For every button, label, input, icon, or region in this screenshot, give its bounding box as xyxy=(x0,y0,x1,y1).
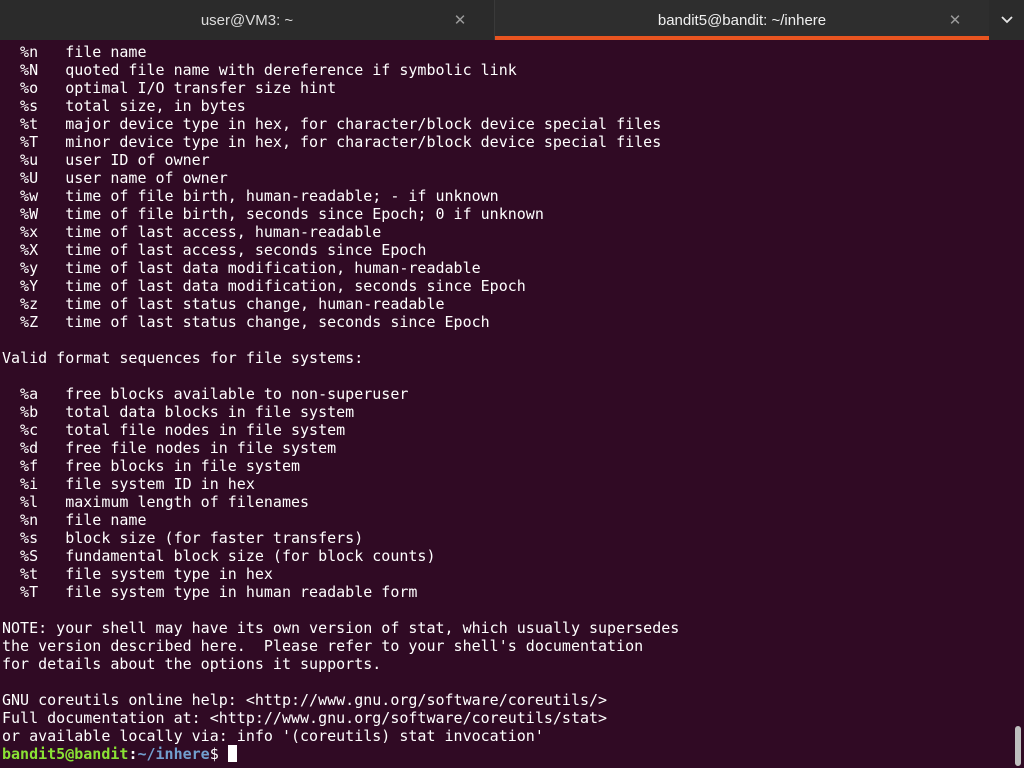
terminal-lines: %n file name %N quoted file name with de… xyxy=(2,43,679,763)
terminal-line: %o optimal I/O transfer size hint xyxy=(2,79,337,97)
terminal-line: for details about the options it support… xyxy=(2,655,382,673)
close-icon[interactable]: ✕ xyxy=(450,10,470,30)
terminal-line: the version described here. Please refer… xyxy=(2,637,644,655)
terminal-line: or available locally via: info '(coreuti… xyxy=(2,727,544,745)
terminal-line: %i file system ID in hex xyxy=(2,475,255,493)
prompt-user-host: bandit5@bandit xyxy=(2,745,129,763)
terminal-window: user@VM3: ~ ✕ bandit5@bandit: ~/inhere ✕… xyxy=(0,0,1024,768)
terminal-line: Valid format sequences for file systems: xyxy=(2,349,364,367)
terminal-line: %T file system type in human readable fo… xyxy=(2,583,418,601)
terminal-line: %s block size (for faster transfers) xyxy=(2,529,364,547)
prompt-symbol: $ xyxy=(209,745,219,763)
terminal-line: %l maximum length of filenames xyxy=(2,493,310,511)
tab-bar: user@VM3: ~ ✕ bandit5@bandit: ~/inhere ✕ xyxy=(0,0,1024,40)
terminal-line: %T minor device type in hex, for charact… xyxy=(2,133,662,151)
terminal-line: %f free blocks in file system xyxy=(2,457,301,475)
scrollbar-thumb[interactable] xyxy=(1015,726,1021,766)
tab-title: user@VM3: ~ xyxy=(200,11,294,29)
tab-title: bandit5@bandit: ~/inhere xyxy=(657,11,827,29)
prompt-colon: : xyxy=(128,745,138,763)
text-cursor xyxy=(227,745,237,762)
terminal-line: %y time of last data modification, human… xyxy=(2,259,481,277)
terminal-line: %x time of last access, human-readable xyxy=(2,223,382,241)
chevron-down-icon xyxy=(1000,12,1014,29)
terminal-line: Full documentation at: <http://www.gnu.o… xyxy=(2,709,608,727)
tab-bandit5-inhere[interactable]: bandit5@bandit: ~/inhere ✕ xyxy=(495,0,989,40)
prompt-path: ~/inhere xyxy=(137,745,210,763)
close-icon[interactable]: ✕ xyxy=(945,10,965,30)
terminal-line: %t file system type in hex xyxy=(2,565,273,583)
shell-prompt[interactable]: bandit5@bandit: ~/inhere $ xyxy=(2,745,679,763)
terminal-line: %S fundamental block size (for block cou… xyxy=(2,547,436,565)
terminal-line: %t major device type in hex, for charact… xyxy=(2,115,662,133)
terminal-output[interactable]: %n file name %N quoted file name with de… xyxy=(0,40,1012,768)
terminal-line: %c total file nodes in file system xyxy=(2,421,346,439)
terminal-line: %Z time of last status change, seconds s… xyxy=(2,313,490,331)
terminal-line: %w time of file birth, human-readable; -… xyxy=(2,187,499,205)
terminal-line: %N quoted file name with dereference if … xyxy=(2,61,517,79)
terminal-line: %W time of file birth, seconds since Epo… xyxy=(2,205,544,223)
terminal-line: %n file name xyxy=(2,511,147,529)
tab-user-vm3[interactable]: user@VM3: ~ ✕ xyxy=(0,0,494,40)
terminal-line: %b total data blocks in file system xyxy=(2,403,355,421)
terminal-line: GNU coreutils online help: <http://www.g… xyxy=(2,691,608,709)
terminal-line: %a free blocks available to non-superuse… xyxy=(2,385,409,403)
scrollbar[interactable] xyxy=(1012,40,1024,768)
terminal-line: %X time of last access, seconds since Ep… xyxy=(2,241,427,259)
terminal-line: %s total size, in bytes xyxy=(2,97,246,115)
terminal-line: %U user name of owner xyxy=(2,169,228,187)
terminal-line: %n file name xyxy=(2,43,147,61)
terminal-line: %d free file nodes in file system xyxy=(2,439,337,457)
terminal-line: %u user ID of owner xyxy=(2,151,210,169)
tabs-menu-button[interactable] xyxy=(989,0,1024,40)
terminal-line: %z time of last status change, human-rea… xyxy=(2,295,445,313)
terminal-line: %Y time of last data modification, secon… xyxy=(2,277,526,295)
terminal-line: NOTE: your shell may have its own versio… xyxy=(2,619,680,637)
